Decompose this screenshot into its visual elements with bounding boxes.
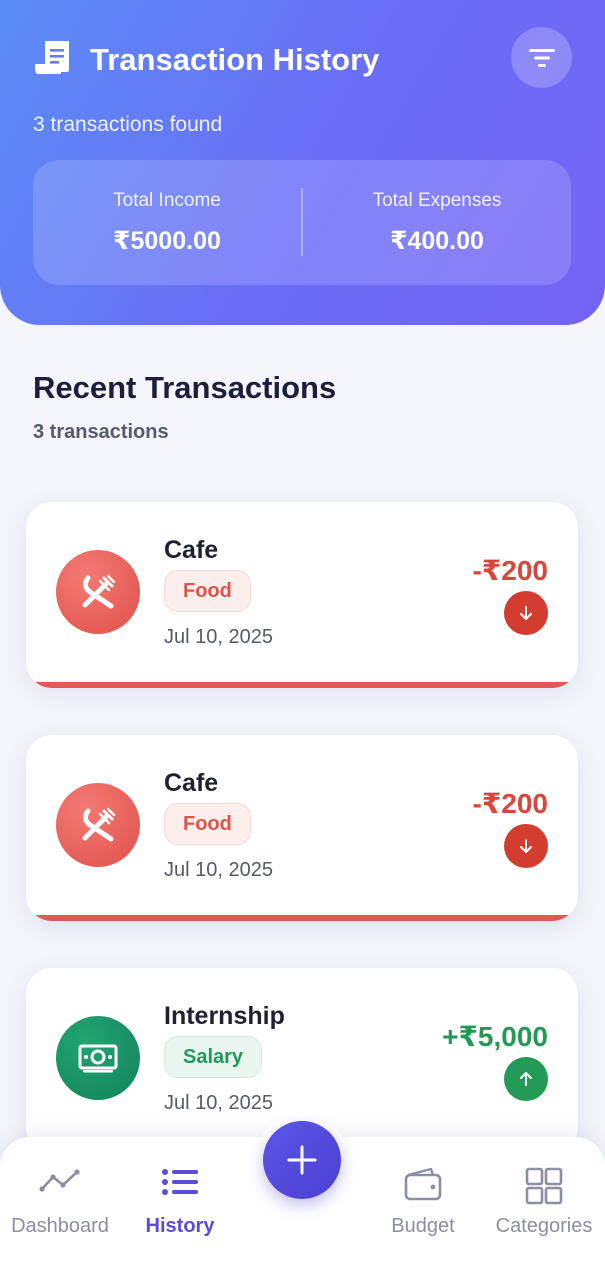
- expenses-label: Total Expenses: [372, 190, 502, 211]
- arrow-down-icon: [520, 606, 532, 620]
- card-accent-bar: [26, 682, 578, 688]
- section-title: Recent Transactions: [33, 370, 337, 405]
- income-value: ₹5000.00: [113, 227, 221, 255]
- income-label: Total Income: [113, 190, 221, 211]
- receipt-icon: [35, 41, 69, 74]
- nav-history[interactable]: History: [120, 1137, 240, 1280]
- section-count: 3 transactions: [33, 421, 169, 443]
- transaction-name: Cafe: [164, 769, 219, 797]
- income-direction-badge: [504, 1057, 548, 1101]
- nav-history-label: History: [145, 1215, 215, 1237]
- expenses-summary: Total Expenses ₹400.00: [303, 160, 571, 285]
- grid-icon: [525, 1167, 563, 1205]
- header: Transaction History 3 transactions found…: [0, 0, 605, 325]
- list-icon: [162, 1169, 198, 1195]
- expenses-value: ₹400.00: [390, 227, 484, 255]
- card-accent-bar: [26, 915, 578, 921]
- plus-icon: [287, 1145, 317, 1175]
- fork-knife-icon: [82, 807, 116, 842]
- transaction-amount: -₹200: [472, 788, 548, 819]
- expense-direction-badge: [504, 824, 548, 868]
- transaction-name: Internship: [164, 1002, 285, 1030]
- nav-budget[interactable]: Budget: [363, 1137, 483, 1280]
- category-tag: Food: [164, 570, 251, 612]
- category-tag: Salary: [164, 1036, 263, 1078]
- category-circle: [56, 1016, 140, 1100]
- add-transaction-button[interactable]: [263, 1121, 341, 1199]
- cash-icon: [78, 1044, 118, 1073]
- transaction-date: Jul 10, 2025: [164, 859, 273, 881]
- filter-icon: [528, 48, 555, 67]
- transaction-card[interactable]: Cafe Food Jul 10, 2025 -₹200: [26, 735, 578, 921]
- category-tag: Food: [164, 803, 251, 845]
- income-summary: Total Income ₹5000.00: [33, 160, 301, 285]
- transaction-date: Jul 10, 2025: [164, 1092, 273, 1114]
- page-title: Transaction History: [90, 42, 380, 77]
- expense-direction-badge: [504, 591, 548, 635]
- filter-button[interactable]: [511, 27, 572, 88]
- transaction-amount: +₹5,000: [442, 1021, 548, 1052]
- category-circle: [56, 783, 140, 867]
- transactions-found: 3 transactions found: [33, 113, 223, 136]
- transaction-name: Cafe: [164, 536, 219, 564]
- nav-categories-label: Categories: [495, 1215, 593, 1237]
- summary-card: Total Income ₹5000.00 Total Expenses ₹40…: [33, 160, 571, 285]
- line-chart-icon: [39, 1169, 80, 1192]
- transaction-card[interactable]: Cafe Food Jul 10, 2025 -₹200: [26, 502, 578, 688]
- nav-categories[interactable]: Categories: [484, 1137, 604, 1280]
- fork-knife-icon: [82, 574, 116, 609]
- category-circle: [56, 550, 140, 634]
- wallet-icon: [404, 1167, 442, 1201]
- transaction-amount: -₹200: [472, 555, 548, 586]
- transaction-date: Jul 10, 2025: [164, 626, 273, 648]
- arrow-up-icon: [520, 1072, 532, 1086]
- arrow-down-icon: [520, 839, 532, 853]
- nav-dashboard[interactable]: Dashboard: [0, 1137, 120, 1280]
